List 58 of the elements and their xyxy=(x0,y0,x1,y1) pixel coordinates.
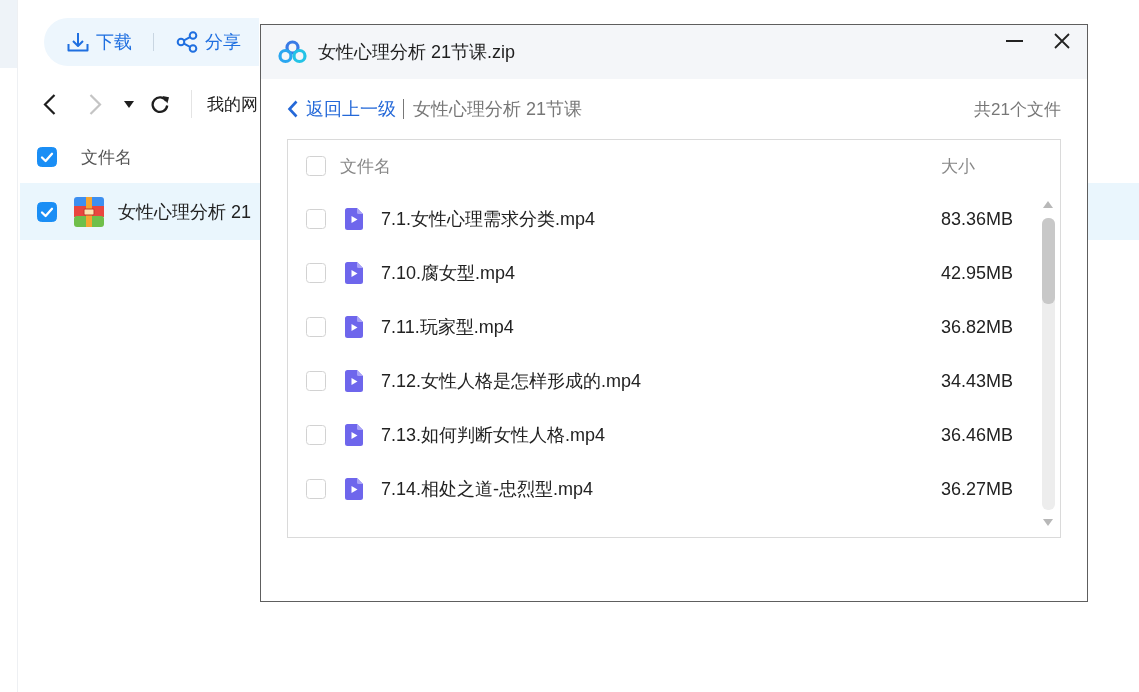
archive-icon xyxy=(74,196,104,227)
video-file-icon xyxy=(345,316,363,338)
checkbox[interactable] xyxy=(306,317,326,337)
file-name[interactable]: 7.14.相处之道-忠烈型.mp4 xyxy=(381,477,941,501)
video-file-icon xyxy=(345,262,363,284)
file-size: 34.43MB xyxy=(941,370,1015,392)
scrollbar-thumb[interactable] xyxy=(1041,218,1055,304)
checkbox[interactable] xyxy=(306,263,326,283)
file-name[interactable]: 7.1.女性心理需求分类.mp4 xyxy=(381,207,941,231)
checkbox[interactable] xyxy=(37,147,57,167)
scroll-up-arrow-icon[interactable] xyxy=(1043,201,1053,208)
file-size: 36.46MB xyxy=(941,424,1015,446)
checkbox[interactable] xyxy=(37,201,57,222)
file-name[interactable]: 7.13.如何判断女性人格.mp4 xyxy=(381,423,941,447)
file-size: 83.36MB xyxy=(941,208,1015,230)
video-file-icon xyxy=(345,424,363,446)
window-title: 女性心理分析 21节课.zip xyxy=(318,41,516,64)
caret-down-icon xyxy=(124,100,134,108)
file-size: 36.82MB xyxy=(941,316,1015,338)
history-dropdown-button[interactable] xyxy=(124,100,134,108)
checkbox[interactable] xyxy=(306,156,326,176)
file-count-label: 共21个文件 xyxy=(974,98,1061,121)
share-button[interactable]: 分享 xyxy=(176,30,241,54)
file-name[interactable]: 7.10.腐女型.mp4 xyxy=(381,261,941,285)
checkbox[interactable] xyxy=(306,209,326,229)
current-folder-label: 女性心理分析 21节课 xyxy=(413,98,583,121)
folder-path[interactable]: 我的网 xyxy=(207,92,258,116)
back-button[interactable] xyxy=(43,93,56,115)
refresh-button[interactable] xyxy=(150,94,170,114)
download-icon xyxy=(67,32,89,52)
video-file-icon xyxy=(345,370,363,392)
back-link[interactable]: 返回上一级 xyxy=(287,97,396,121)
chevron-left-icon xyxy=(287,100,298,118)
scroll-down-arrow-icon[interactable] xyxy=(1043,519,1053,526)
share-icon xyxy=(176,31,198,53)
minimize-icon xyxy=(1006,40,1023,42)
column-header[interactable]: 文件名 xyxy=(340,154,941,178)
file-name[interactable]: 7.12.女性人格是怎样形成的.mp4 xyxy=(381,369,941,393)
chevron-left-icon xyxy=(43,93,56,115)
checkbox[interactable] xyxy=(306,425,326,445)
logo-icon xyxy=(278,40,307,64)
download-button[interactable]: 下载 xyxy=(67,30,132,54)
file-size: 36.27MB xyxy=(941,478,1015,500)
file-name: 女性心理分析 21 xyxy=(118,200,252,224)
file-name[interactable]: 7.11.玩家型.mp4 xyxy=(381,315,941,339)
column-header[interactable]: 大小 xyxy=(941,154,1060,178)
column-header[interactable]: 文件名 xyxy=(81,145,132,169)
chevron-right-icon xyxy=(89,93,102,115)
video-file-icon xyxy=(345,208,363,230)
file-size: 42.95MB xyxy=(941,262,1015,284)
refresh-icon xyxy=(150,94,170,114)
checkbox[interactable] xyxy=(306,371,326,391)
checkbox[interactable] xyxy=(306,479,326,499)
scrollbar-track[interactable] xyxy=(1041,218,1055,510)
close-icon xyxy=(1054,33,1070,49)
minimize-button[interactable] xyxy=(1006,40,1023,42)
video-file-icon xyxy=(345,478,363,500)
close-button[interactable] xyxy=(1054,33,1070,49)
